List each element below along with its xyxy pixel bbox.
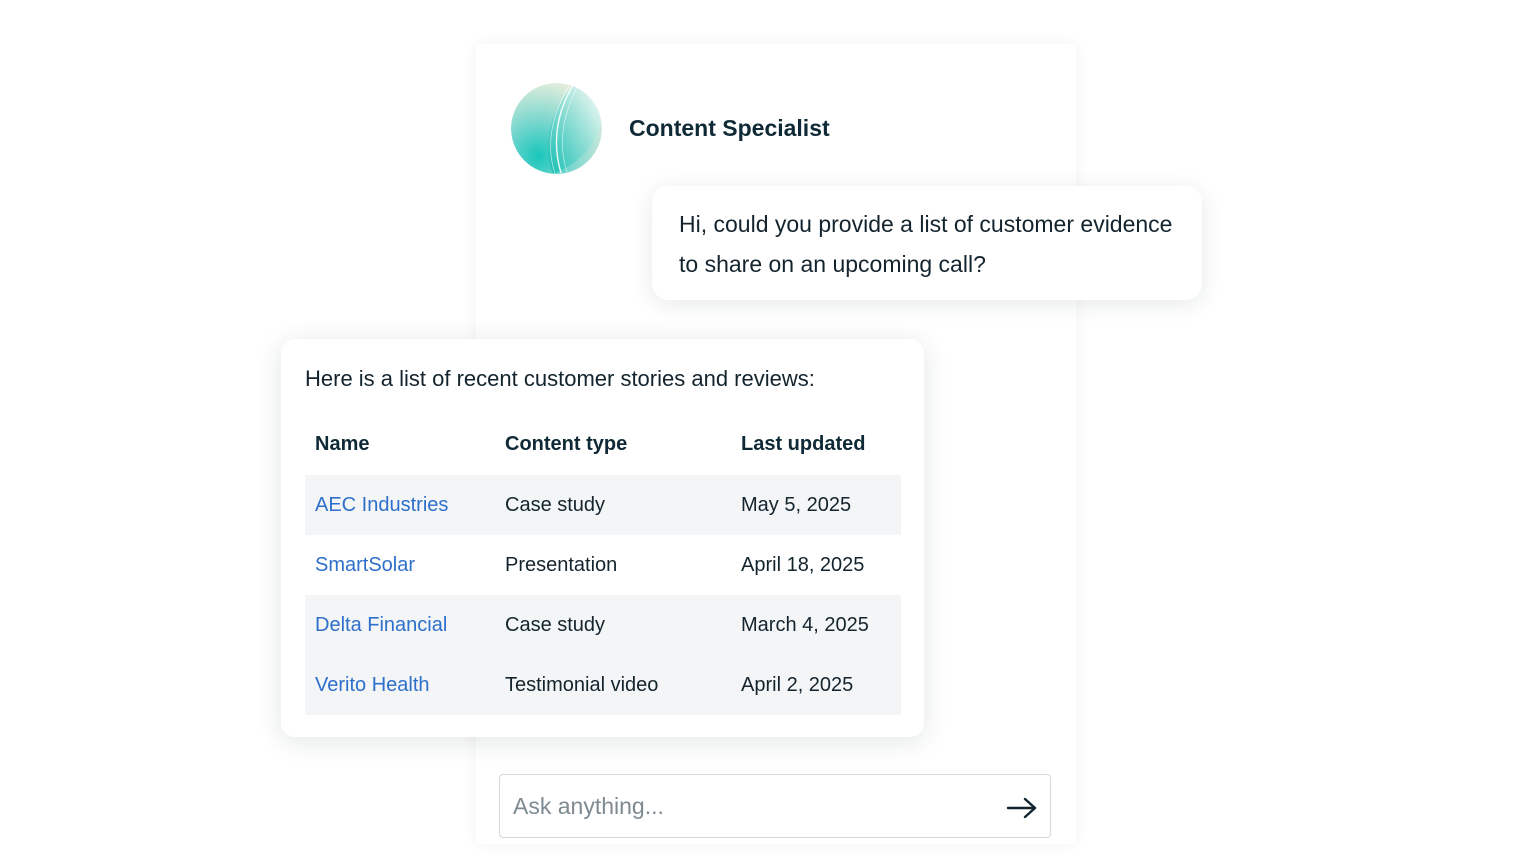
customer-link[interactable]: AEC Industries <box>315 494 448 516</box>
table-cell-type: Case study <box>495 475 731 535</box>
table-cell-type: Case study <box>495 595 731 655</box>
agent-name: Content Specialist <box>629 114 830 141</box>
column-header-content-type: Content type <box>505 432 628 455</box>
assistant-reply-card: Here is a list of recent customer storie… <box>281 339 924 737</box>
table-cell-name: SmartSolar <box>305 535 495 595</box>
table-cell-updated: May 5, 2025 <box>731 475 901 535</box>
send-button[interactable] <box>1004 791 1040 825</box>
column-header-last-updated: Last updated <box>741 432 866 455</box>
customer-link[interactable]: Verito Health <box>315 674 430 696</box>
customer-evidence-table: Name Content type Last updated AEC Indus… <box>305 429 901 715</box>
reply-intro-text: Here is a list of recent customer storie… <box>305 366 815 391</box>
user-message-text: Hi, could you provide a list of customer… <box>679 211 1173 277</box>
chat-canvas: Content Specialist Hi, could you provide… <box>0 0 1537 864</box>
table-cell-updated: April 18, 2025 <box>741 553 865 576</box>
ask-input[interactable] <box>500 775 993 837</box>
table-cell-name: Delta Financial <box>305 595 495 655</box>
ask-composer <box>499 774 1051 838</box>
table-cell-name: AEC Industries <box>305 475 495 535</box>
agent-header: Content Specialist <box>511 82 830 174</box>
column-header-name: Name <box>315 432 370 455</box>
customer-link[interactable]: Delta Financial <box>315 614 447 636</box>
user-message-bubble: Hi, could you provide a list of customer… <box>652 186 1202 300</box>
table-row: SmartSolar Presentation April 18, 2025 <box>305 535 901 595</box>
arrow-right-icon <box>1006 797 1037 819</box>
table-cell-type: Testimonial video <box>495 655 731 715</box>
table-header-row: Name Content type Last updated <box>305 429 901 475</box>
customer-link[interactable]: SmartSolar <box>315 554 415 576</box>
table-cell-name: Verito Health <box>305 655 495 715</box>
table-row: AEC Industries Case study May 5, 2025 <box>305 475 901 535</box>
table-row: Delta Financial Case study March 4, 2025 <box>305 595 901 655</box>
table-row: Verito Health Testimonial video April 2,… <box>305 655 901 715</box>
agent-orb-icon <box>511 82 602 174</box>
table-cell-updated: April 2, 2025 <box>731 655 901 715</box>
table-cell-updated: March 4, 2025 <box>731 595 901 655</box>
table-cell-type: Presentation <box>505 553 618 576</box>
